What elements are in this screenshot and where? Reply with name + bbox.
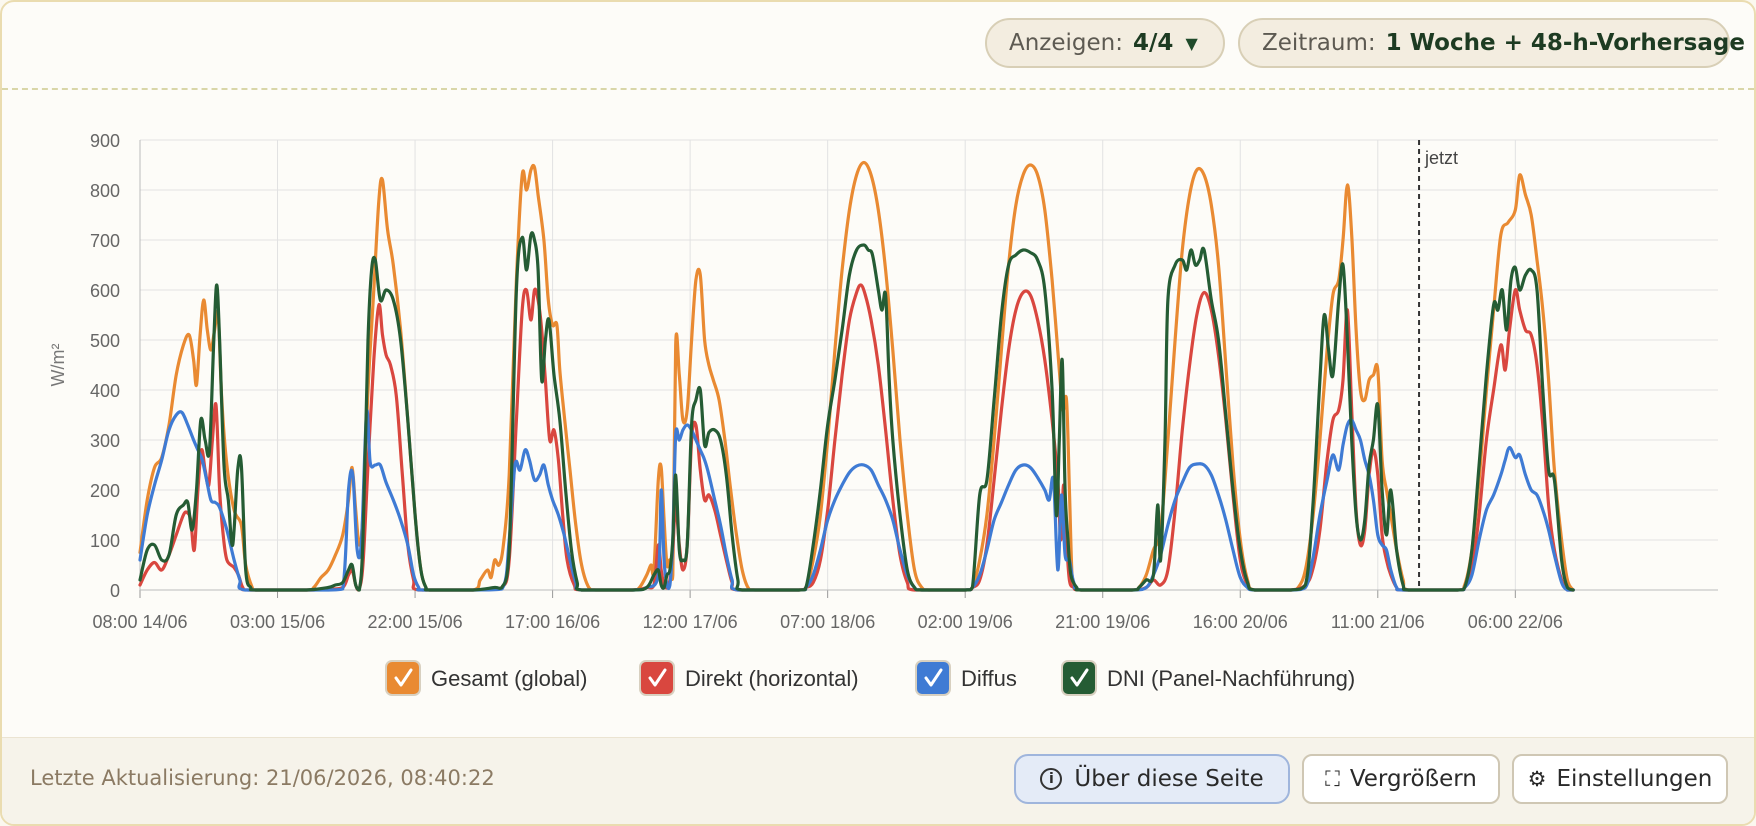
display-filter-label: Anzeigen: [1009, 30, 1124, 56]
legend-checkbox[interactable] [1061, 660, 1097, 696]
legend-checkbox[interactable] [385, 660, 421, 696]
display-filter-dropdown[interactable]: Anzeigen: 4/4 ▼ [985, 18, 1225, 68]
enlarge-label: Vergrößern [1349, 766, 1477, 792]
legend-item[interactable]: Gesamt (global) [385, 660, 588, 696]
chart-footer: Letzte Aktualisierung: 21/06/2026, 08:40… [2, 737, 1754, 824]
y-tick-label: 700 [90, 231, 120, 251]
x-tick-label: 07:00 18/06 [780, 612, 875, 632]
y-tick-label: 900 [90, 131, 120, 151]
x-tick-label: 22:00 15/06 [368, 612, 463, 632]
gear-icon: ⚙ [1527, 767, 1547, 791]
expand-icon: ⛶ [1325, 766, 1340, 791]
x-tick-label: 11:00 21/06 [1331, 612, 1425, 632]
legend-item[interactable]: Direkt (horizontal) [639, 660, 859, 696]
x-tick-label: 02:00 19/06 [918, 612, 1013, 632]
y-tick-label: 300 [90, 431, 120, 451]
legend-label: Direkt (horizontal) [685, 666, 859, 691]
y-axis-label: W/m² [48, 344, 68, 387]
y-tick-label: 100 [90, 531, 120, 551]
series-line-diffus [138, 408, 1575, 592]
x-tick-label: 06:00 22/06 [1468, 612, 1563, 632]
time-range-value: 1 Woche + 48-h-Vorhersage [1385, 30, 1745, 56]
legend-label: DNI (Panel-Nachführung) [1107, 666, 1355, 691]
y-tick-label: 200 [90, 481, 120, 501]
legend-checkbox[interactable] [915, 660, 951, 696]
legend-item[interactable]: DNI (Panel-Nachführung) [1061, 660, 1355, 696]
display-filter-value: 4/4 [1133, 30, 1174, 56]
y-tick-label: 0 [110, 581, 120, 601]
triangle-down-icon: ▼ [1185, 33, 1198, 53]
legend-checkbox[interactable] [639, 660, 675, 696]
irradiance-chart: 0 100 200 300 400 500 600 700 800 900 08:00 14/06 0… [48, 131, 1718, 696]
y-tick-label: 800 [90, 181, 120, 201]
about-page-button[interactable]: i Über diese Seite [1014, 754, 1290, 804]
time-range-label: Zeitraum: [1262, 30, 1376, 56]
y-tick-label: 400 [90, 381, 120, 401]
about-page-label: Über diese Seite [1074, 766, 1264, 792]
legend-label: Diffus [961, 666, 1017, 691]
legend-label: Gesamt (global) [431, 666, 588, 691]
x-tick-label: 16:00 20/06 [1193, 612, 1288, 632]
now-marker-label: jetzt [1424, 148, 1458, 168]
info-icon: i [1040, 768, 1063, 790]
time-range-dropdown[interactable]: Zeitraum: 1 Woche + 48-h-Vorhersage ▼ [1238, 18, 1745, 68]
x-tick-label: 08:00 14/06 [92, 612, 187, 632]
x-tick-label: 17:00 16/06 [505, 612, 600, 632]
enlarge-button[interactable]: ⛶ Vergrößern [1302, 754, 1500, 804]
chart-toolbar: Anzeigen: 4/4 ▼ Zeitraum: 1 Woche + 48-h… [2, 2, 1754, 90]
settings-label: Einstellungen [1556, 766, 1713, 792]
x-tick-label: 12:00 17/06 [643, 612, 738, 632]
settings-button[interactable]: ⚙ Einstellungen [1512, 754, 1728, 804]
x-tick-label: 03:00 15/06 [230, 612, 325, 632]
y-tick-label: 600 [90, 281, 120, 301]
y-tick-label: 500 [90, 331, 120, 351]
chart-card: Anzeigen: 4/4 ▼ Zeitraum: 1 Woche + 48-h… [0, 0, 1756, 826]
legend-item[interactable]: Diffus [915, 660, 1017, 696]
last-updated-text: Letzte Aktualisierung: 21/06/2026, 08:40… [30, 766, 495, 790]
x-tick-label: 21:00 19/06 [1055, 612, 1150, 632]
